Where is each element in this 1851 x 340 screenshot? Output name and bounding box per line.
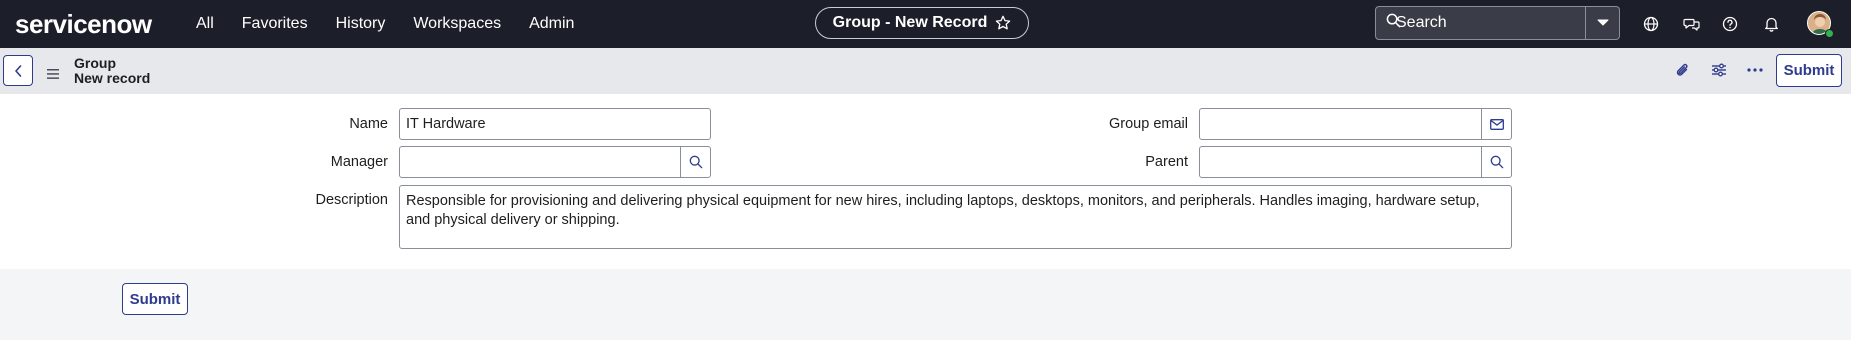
record-title: Group - New Record <box>832 14 988 31</box>
logo-text: servicenow <box>15 8 152 39</box>
main-menu: All Favorites History Workspaces Admin <box>196 0 602 48</box>
parent-field[interactable] <box>1199 146 1482 178</box>
globe-icon[interactable] <box>1641 14 1661 34</box>
record-title-pill[interactable]: Group - New Record <box>815 7 1029 39</box>
servicenow-logo[interactable]: servicenow <box>15 8 152 40</box>
menu-workspaces[interactable]: Workspaces <box>413 15 501 33</box>
menu-favorites[interactable]: Favorites <box>242 15 308 33</box>
manager-label: Manager <box>330 154 388 170</box>
email-button[interactable] <box>1481 108 1512 140</box>
record-header-title: Group New record <box>74 56 150 86</box>
record-table-name: Group <box>74 55 116 71</box>
manager-field[interactable] <box>399 146 681 178</box>
submit-button-top[interactable]: Submit <box>1776 54 1842 87</box>
global-search-input[interactable]: Search <box>1375 6 1586 40</box>
menu-all[interactable]: All <box>196 15 214 33</box>
description-label: Description <box>315 192 388 208</box>
chevron-down-icon <box>1597 19 1608 26</box>
sliders-icon[interactable] <box>1710 61 1728 79</box>
search-icon <box>689 155 702 169</box>
star-icon[interactable] <box>995 15 1011 31</box>
help-icon[interactable] <box>1720 14 1740 34</box>
paperclip-icon[interactable] <box>1674 61 1692 79</box>
chevron-left-icon <box>15 64 22 77</box>
menu-admin[interactable]: Admin <box>529 15 574 33</box>
back-button[interactable] <box>3 55 33 86</box>
description-field[interactable]: Responsible for provisioning and deliver… <box>399 185 1512 249</box>
manager-lookup-button[interactable] <box>680 146 711 178</box>
bell-icon[interactable] <box>1761 14 1781 34</box>
envelope-icon <box>1489 118 1504 130</box>
group-email-label: Group email <box>1109 116 1188 132</box>
menu-history[interactable]: History <box>336 15 386 33</box>
search-scope-dropdown[interactable] <box>1586 6 1620 40</box>
name-field[interactable]: IT Hardware <box>399 108 711 140</box>
parent-lookup-button[interactable] <box>1481 146 1512 178</box>
ellipsis-icon[interactable] <box>1746 61 1764 79</box>
submit-button-bottom[interactable]: Submit <box>122 283 188 315</box>
hamburger-icon[interactable] <box>47 66 59 79</box>
search-placeholder: Search <box>1396 14 1447 31</box>
search-icon <box>1490 155 1503 169</box>
chat-icon[interactable] <box>1681 14 1701 34</box>
parent-label: Parent <box>1145 154 1188 170</box>
name-label: Name <box>349 116 388 132</box>
presence-status-dot <box>1825 29 1834 38</box>
record-header-bar <box>0 48 1851 94</box>
group-email-field[interactable] <box>1199 108 1482 140</box>
record-state: New record <box>74 70 151 86</box>
top-nav: servicenow All Favorites History Workspa… <box>0 0 1851 48</box>
